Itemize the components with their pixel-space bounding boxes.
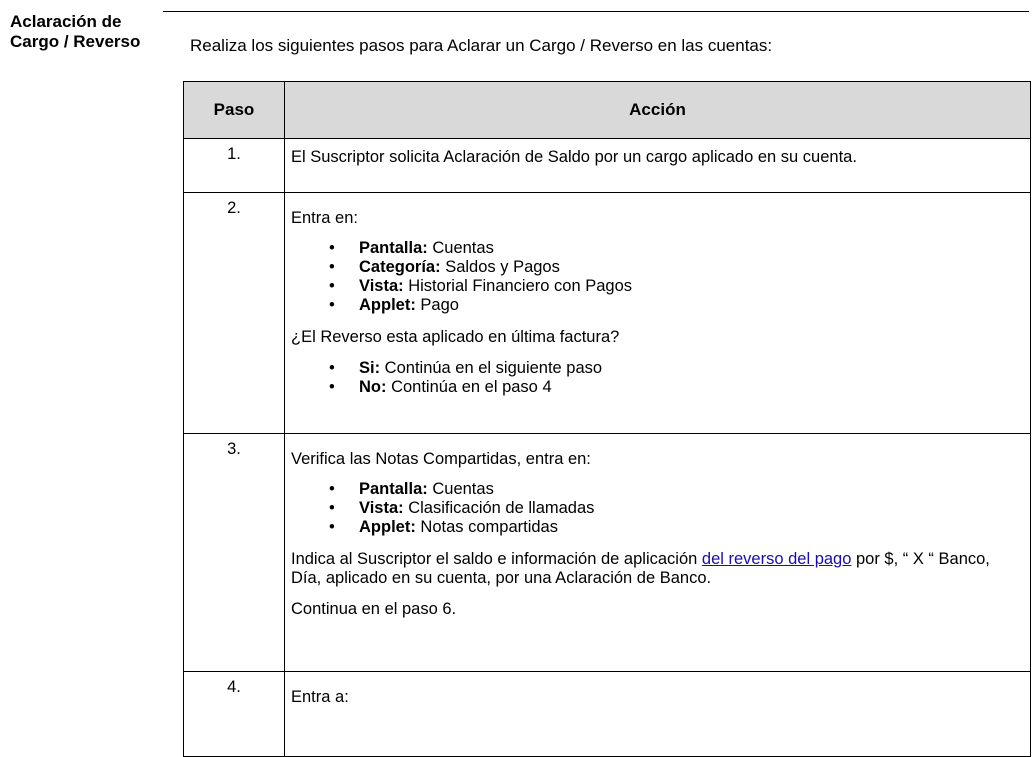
bullet-icon: • — [329, 378, 335, 396]
bullet-value: Cuentas — [427, 480, 494, 498]
bullet-value: Notas compartidas — [415, 518, 558, 536]
table-row: 4. Entra a: — [183, 671, 1031, 757]
reverso-link[interactable]: del reverso del pago — [702, 550, 852, 568]
action-intro: Entra en: — [291, 209, 358, 227]
action-text: El Suscriptor solicita Aclaración de Sal… — [291, 148, 857, 166]
table-row: 2. Entra en: • Pantalla: Cuentas • Categor… — [183, 192, 1031, 434]
option-label: Si: — [359, 359, 381, 377]
bullet-label: Applet: — [359, 296, 416, 314]
bullet-value: Cuentas — [427, 239, 494, 257]
list-item: • Categoría: Saldos y Pagos — [291, 258, 1022, 277]
bullet-value: Historial Financiero con Pagos — [403, 277, 632, 295]
bullet-icon: • — [329, 359, 335, 377]
header-action: Acción — [284, 81, 1031, 139]
table-row: 3. Verifica las Notas Compartidas, entra… — [183, 433, 1031, 672]
section-title-line2: Cargo / Reverso — [10, 32, 141, 51]
bullet-icon: • — [329, 296, 335, 314]
bullet-label: Applet: — [359, 518, 416, 536]
continue-text: Continua en el paso 6. — [291, 600, 457, 618]
bullet-value: Clasificación de llamadas — [403, 499, 595, 517]
table-row: 1. El Suscriptor solicita Aclaración de … — [183, 138, 1031, 193]
step-action: Entra a: — [284, 671, 1031, 757]
bullet-value: Pago — [415, 296, 459, 314]
bullet-icon: • — [329, 518, 335, 536]
action-paragraph: Indica al Suscriptor el saldo e informac… — [291, 550, 1022, 588]
list-item: • Pantalla: Cuentas — [291, 239, 1022, 258]
step-action: El Suscriptor solicita Aclaración de Sal… — [284, 138, 1031, 193]
option-value: Continúa en el paso 4 — [386, 378, 552, 396]
bullet-label: Pantalla: — [359, 239, 428, 257]
steps-table: Paso Acción 1. El Suscriptor solicita Ac… — [183, 81, 1031, 757]
bullet-icon: • — [329, 258, 335, 276]
step-number: 2. — [183, 192, 285, 434]
intro-text: Realiza los siguientes pasos para Aclara… — [190, 36, 773, 55]
bullet-value: Saldos y Pagos — [440, 258, 560, 276]
action-intro: Verifica las Notas Compartidas, entra en… — [291, 450, 591, 468]
bullet-list: • Pantalla: Cuentas • Vista: Clasificación… — [291, 480, 1022, 537]
table-header-row: Paso Acción — [183, 81, 1031, 139]
paragraph-text: Indica al Suscriptor el saldo e informac… — [291, 550, 702, 568]
option-value: Continúa en el siguiente paso — [380, 359, 603, 377]
step-action: Verifica las Notas Compartidas, entra en… — [284, 433, 1031, 672]
list-item: • No: Continúa en el paso 4 — [291, 378, 1022, 397]
bullet-list: • Pantalla: Cuentas • Categoría: Saldos y … — [291, 239, 1022, 315]
action-intro: Entra a: — [291, 688, 349, 706]
top-rule — [163, 11, 1029, 12]
bullet-label: Pantalla: — [359, 480, 428, 498]
option-list: • Si: Continúa en el siguiente paso • No: … — [291, 359, 1022, 397]
bullet-label: Vista: — [359, 277, 404, 295]
list-item: • Applet: Pago — [291, 296, 1022, 315]
bullet-label: Categoría: — [359, 258, 441, 276]
header-step: Paso — [183, 81, 285, 139]
step-number: 1. — [183, 138, 285, 193]
list-item: • Vista: Clasificación de llamadas — [291, 499, 1022, 518]
list-item: • Applet: Notas compartidas — [291, 518, 1022, 537]
bullet-icon: • — [329, 239, 335, 257]
bullet-icon: • — [329, 277, 335, 295]
bullet-label: Vista: — [359, 499, 404, 517]
bullet-icon: • — [329, 499, 335, 517]
section-title-line1: Aclaración de — [10, 12, 122, 31]
bullet-icon: • — [329, 480, 335, 498]
step-number: 4. — [183, 671, 285, 757]
option-label: No: — [359, 378, 387, 396]
list-item: • Pantalla: Cuentas — [291, 480, 1022, 499]
section-title: Aclaración de Cargo / Reverso — [10, 12, 140, 52]
step-action: Entra en: • Pantalla: Cuentas • Categoría:… — [284, 192, 1031, 434]
list-item: • Si: Continúa en el siguiente paso — [291, 359, 1022, 378]
step-number: 3. — [183, 433, 285, 672]
list-item: • Vista: Historial Financiero con Pagos — [291, 277, 1022, 296]
action-question: ¿El Reverso esta aplicado en última fact… — [291, 328, 620, 346]
